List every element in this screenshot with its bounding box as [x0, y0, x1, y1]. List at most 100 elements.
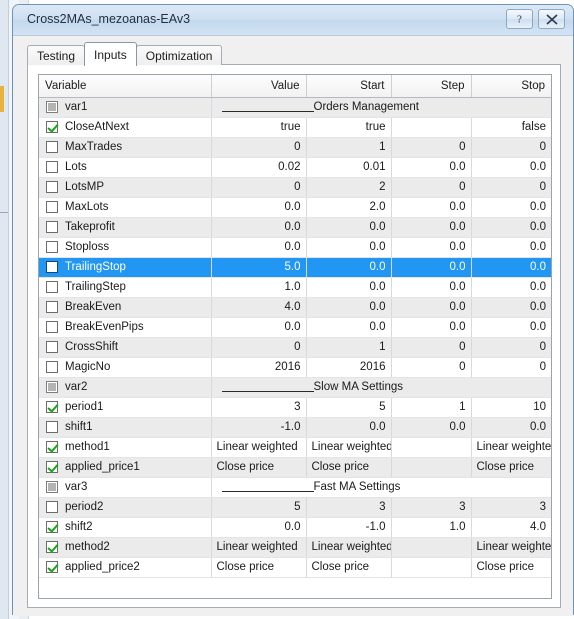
cell-step[interactable]: [391, 557, 472, 578]
cell-start[interactable]: 1: [306, 137, 392, 158]
cell-start[interactable]: Linear weighted: [306, 437, 392, 458]
cell-value[interactable]: 3: [211, 397, 307, 418]
checkbox-period1[interactable]: [46, 401, 58, 413]
table-row[interactable]: period1 3 5 1 10: [39, 397, 551, 418]
checkbox-MagicNo[interactable]: [46, 361, 58, 373]
close-button[interactable]: [538, 9, 565, 29]
cell-stop[interactable]: 0.0: [471, 417, 551, 438]
table-row[interactable]: period2 5 3 3 3: [39, 497, 551, 518]
checkbox-TrailingStop[interactable]: [46, 261, 58, 273]
table-row[interactable]: applied_price1 Close price Close price Clos…: [39, 457, 551, 478]
cell-stop[interactable]: 10: [471, 397, 551, 418]
cell-value[interactable]: 5: [211, 497, 307, 518]
cell-start[interactable]: -1.0: [306, 517, 392, 538]
cell-value[interactable]: 0.0: [211, 237, 307, 258]
cell-value[interactable]: Close price: [211, 557, 307, 578]
table-row[interactable]: var2 Slow MA Settings: [39, 377, 551, 398]
cell-step[interactable]: 0.0: [391, 277, 472, 298]
cell-value[interactable]: 0: [211, 137, 307, 158]
table-row[interactable]: LotsMP 0 2 0 0: [39, 177, 551, 198]
cell-step[interactable]: 0.0: [391, 317, 472, 338]
cell-step[interactable]: 0.0: [391, 297, 472, 318]
column-header-start[interactable]: Start: [306, 75, 392, 98]
checkbox-BreakEvenPips[interactable]: [46, 321, 58, 333]
cell-start[interactable]: Close price: [306, 557, 392, 578]
cell-start[interactable]: 0.0: [306, 417, 392, 438]
cell-start[interactable]: 0.0: [306, 297, 392, 318]
column-header-step[interactable]: Step: [391, 75, 472, 98]
cell-value[interactable]: -1.0: [211, 417, 307, 438]
cell-value[interactable]: 0: [211, 177, 307, 198]
cell-step[interactable]: [391, 437, 472, 458]
cell-value[interactable]: 4.0: [211, 297, 307, 318]
table-row[interactable]: Lots 0.02 0.01 0.0 0.0: [39, 157, 551, 178]
help-button[interactable]: ?: [506, 9, 533, 29]
cell-stop[interactable]: false: [471, 117, 551, 138]
cell-start[interactable]: 0.01: [306, 157, 392, 178]
cell-step[interactable]: 0: [391, 337, 472, 358]
table-row[interactable]: MaxTrades 0 1 0 0: [39, 137, 551, 158]
table-row[interactable]: Takeprofit 0.0 0.0 0.0 0.0: [39, 217, 551, 238]
cell-start[interactable]: 0.0: [306, 237, 392, 258]
cell-start[interactable]: Linear weighted: [306, 537, 392, 558]
checkbox-method1[interactable]: [46, 441, 58, 453]
cell-stop[interactable]: Linear weighted: [471, 537, 551, 558]
cell-value[interactable]: 1.0: [211, 277, 307, 298]
table-row[interactable]: method2 Linear weighted Linear weighted Lin…: [39, 537, 551, 558]
checkbox-shift1[interactable]: [46, 421, 58, 433]
table-row[interactable]: applied_price2 Close price Close price Clos…: [39, 557, 551, 578]
cell-value[interactable]: 0.0: [211, 517, 307, 538]
cell-start[interactable]: 0.0: [306, 317, 392, 338]
cell-start[interactable]: 2.0: [306, 197, 392, 218]
cell-stop[interactable]: 0.0: [471, 297, 551, 318]
cell-start[interactable]: 2016: [306, 357, 392, 378]
cell-value[interactable]: Linear weighted: [211, 537, 307, 558]
cell-stop[interactable]: 0.0: [471, 157, 551, 178]
checkbox-Takeprofit[interactable]: [46, 221, 58, 233]
table-row[interactable]: shift1 -1.0 0.0 0.0 0.0: [39, 417, 551, 438]
cell-step[interactable]: 0.0: [391, 197, 472, 218]
checkbox-MaxTrades[interactable]: [46, 141, 58, 153]
cell-stop[interactable]: 0.0: [471, 317, 551, 338]
cell-step[interactable]: [391, 117, 472, 138]
cell-stop[interactable]: 4.0: [471, 517, 551, 538]
cell-start[interactable]: 0.0: [306, 277, 392, 298]
cell-start[interactable]: 0.0: [306, 217, 392, 238]
tab-optimization[interactable]: Optimization: [135, 45, 223, 65]
cell-value[interactable]: Linear weighted: [211, 437, 307, 458]
column-header-stop[interactable]: Stop: [471, 75, 551, 98]
checkbox-CloseAtNext[interactable]: [46, 121, 58, 133]
table-row[interactable]: method1 Linear weighted Linear weighted Lin…: [39, 437, 551, 458]
table-row[interactable]: var1 Orders Management: [39, 97, 551, 118]
cell-value[interactable]: 0.02: [211, 157, 307, 178]
cell-stop[interactable]: Close price: [471, 457, 551, 478]
cell-step[interactable]: [391, 537, 472, 558]
cell-step[interactable]: 0.0: [391, 217, 472, 238]
cell-step[interactable]: 0.0: [391, 417, 472, 438]
cell-value[interactable]: 0.0: [211, 317, 307, 338]
table-row[interactable]: MaxLots 0.0 2.0 0.0 0.0: [39, 197, 551, 218]
table-row[interactable]: shift2 0.0 -1.0 1.0 4.0: [39, 517, 551, 538]
cell-value[interactable]: 0.0: [211, 217, 307, 238]
cell-start[interactable]: Close price: [306, 457, 392, 478]
checkbox-BreakEven[interactable]: [46, 301, 58, 313]
column-header-value[interactable]: Value: [211, 75, 307, 98]
cell-start[interactable]: 1: [306, 337, 392, 358]
cell-stop[interactable]: 0.0: [471, 237, 551, 258]
table-row[interactable]: BreakEven 4.0 0.0 0.0 0.0: [39, 297, 551, 318]
inputs-grid-container[interactable]: Variable Value Start Step Stop var1 Order…: [38, 74, 552, 599]
cell-step[interactable]: 0: [391, 177, 472, 198]
cell-value[interactable]: Close price: [211, 457, 307, 478]
checkbox-MaxLots[interactable]: [46, 201, 58, 213]
table-row[interactable]: var3 Fast MA Settings: [39, 477, 551, 498]
cell-start[interactable]: 2: [306, 177, 392, 198]
cell-step[interactable]: 0: [391, 137, 472, 158]
cell-value[interactable]: 0.0: [211, 197, 307, 218]
cell-step[interactable]: 0.0: [391, 257, 472, 278]
cell-start[interactable]: true: [306, 117, 392, 138]
cell-stop[interactable]: 3: [471, 497, 551, 518]
cell-stop[interactable]: Linear weighted: [471, 437, 551, 458]
table-row[interactable]: Stoploss 0.0 0.0 0.0 0.0: [39, 237, 551, 258]
cell-step[interactable]: 1.0: [391, 517, 472, 538]
cell-start[interactable]: 3: [306, 497, 392, 518]
